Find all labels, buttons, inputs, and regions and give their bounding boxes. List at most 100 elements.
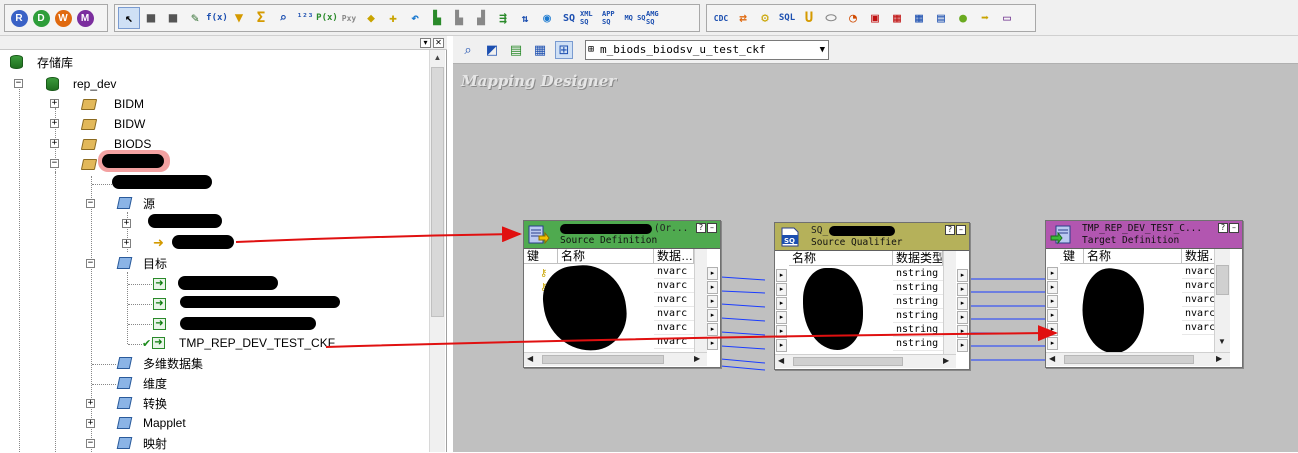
workflow-manager-button[interactable]: W <box>52 7 74 29</box>
calc-button[interactable]: ▦ <box>908 7 930 29</box>
collapse-toggle[interactable]: − <box>86 439 95 448</box>
horizontal-scrollbar[interactable]: ◀ ▶ <box>1046 352 1230 366</box>
port-input-button[interactable]: ▸ <box>1047 267 1058 280</box>
expand-toggle[interactable]: + <box>50 119 59 128</box>
port-output-button[interactable]: ▸ <box>957 311 968 324</box>
cdc-button[interactable]: CDC <box>710 7 732 29</box>
expression-button[interactable]: f(x) <box>206 7 228 29</box>
port-output-button[interactable]: ▸ <box>957 283 968 296</box>
scroll-thumb[interactable] <box>431 67 444 317</box>
port-input-button[interactable]: ▸ <box>776 325 787 338</box>
source-qualifier-button[interactable]: SQ <box>558 7 580 29</box>
stored-procedure-button[interactable]: ◉ <box>536 7 558 29</box>
port-input-button[interactable]: ▸ <box>776 297 787 310</box>
port-input-button[interactable]: ▸ <box>1047 323 1058 336</box>
grid-button[interactable]: ▦ <box>886 7 908 29</box>
expand-toggle[interactable]: + <box>50 139 59 148</box>
scroll-left-arrow[interactable]: ◀ <box>527 354 533 363</box>
port-output-button[interactable]: ▸ <box>707 309 718 322</box>
mapping-designer-workspace[interactable]: ⌕ ◩ ▤ ▦ ⊞ ⊞ m_biods_biodsv_u_test_ckf ▼ … <box>453 36 1298 452</box>
scroll-right-arrow[interactable]: ▶ <box>943 356 949 365</box>
report-button[interactable]: ▣ <box>864 7 886 29</box>
port-output-button[interactable]: ▸ <box>957 297 968 310</box>
u-button[interactable]: U <box>798 7 820 29</box>
collapse-toggle[interactable]: − <box>50 159 59 168</box>
navigator-scrollbar[interactable]: ▲ <box>429 50 445 452</box>
aggregator-button[interactable]: Σ <box>250 7 272 29</box>
filter-button[interactable]: ▼ <box>228 7 250 29</box>
port-input-button[interactable]: ▸ <box>1047 295 1058 308</box>
port-input-button[interactable]: ▸ <box>1047 337 1058 350</box>
tree-repo-rep-dev[interactable]: rep_dev <box>46 74 116 94</box>
export-button[interactable]: ➡ <box>974 7 996 29</box>
collapse-toggle[interactable]: − <box>14 79 23 88</box>
target-definition-header[interactable]: TMP_REP_DEV_TEST_C... Target Definition … <box>1046 221 1242 249</box>
target-button[interactable]: ■ <box>162 7 184 29</box>
tree-transformations[interactable]: 转换 <box>116 393 167 413</box>
chart-button[interactable]: ◔ <box>842 7 864 29</box>
tree-targets[interactable]: 目标 <box>116 253 167 273</box>
settings-button[interactable]: ⚙ <box>754 7 776 29</box>
mq-sq-button[interactable]: MQ SQ <box>624 7 646 29</box>
navigator-close-button[interactable]: ✕ <box>433 38 444 48</box>
port-output-button[interactable]: ▸ <box>707 337 718 350</box>
procedure-button[interactable]: P(x) <box>316 7 338 29</box>
tree-mappings[interactable]: 映射 <box>116 433 167 453</box>
scroll-thumb[interactable] <box>1064 355 1194 364</box>
router-button[interactable]: ✚ <box>382 7 404 29</box>
tree-repository-root[interactable]: 存储库 <box>10 52 73 72</box>
scroll-thumb[interactable] <box>1216 265 1229 295</box>
amg-sq-button[interactable]: AMG SQ <box>646 7 668 29</box>
scroll-thumb[interactable] <box>542 355 664 364</box>
run-button[interactable]: ● <box>952 7 974 29</box>
horizontal-scrollbar[interactable]: ◀ ▶ <box>775 354 956 368</box>
scroll-up-arrow[interactable]: ▲ <box>430 50 445 65</box>
port-input-button[interactable]: ▸ <box>776 311 787 324</box>
window-button[interactable]: ▭ <box>996 7 1018 29</box>
scroll-left-arrow[interactable]: ◀ <box>778 356 784 365</box>
tree-folder-bidw[interactable]: BIDW <box>80 114 145 134</box>
cylinder-button[interactable]: ⬭ <box>820 7 842 29</box>
scroll-right-arrow[interactable]: ▶ <box>694 354 700 363</box>
navigator-dock-button[interactable]: ▾ <box>420 38 431 48</box>
scroll-down-arrow[interactable]: ▼ <box>1218 337 1226 346</box>
lookup-button[interactable]: ⌕ <box>272 7 294 29</box>
expand-toggle[interactable]: + <box>50 99 59 108</box>
port-output-button[interactable]: ▸ <box>707 295 718 308</box>
sql-button[interactable]: SQL <box>776 7 798 29</box>
tree-mapplets[interactable]: Mapplet <box>116 413 186 433</box>
sequence-button[interactable]: ¹²³ <box>294 7 316 29</box>
edit-button[interactable]: ✎ <box>184 7 206 29</box>
expand-toggle[interactable]: + <box>122 219 131 228</box>
port-input-button[interactable]: ▸ <box>776 283 787 296</box>
tree-folder-bidm[interactable]: BIDM <box>80 94 144 114</box>
source-definition[interactable]: (Or... Source Definition ? – 键 名称 数据… ⚷ … <box>523 220 721 368</box>
app-sq-button[interactable]: APP SQ <box>602 7 624 29</box>
source-qualifier[interactable]: SQ SQ_ Source Qualifier ? – ▸ ▸ ▸ ▸ ▸ ▸ … <box>774 222 970 370</box>
tree-cubes[interactable]: 多维数据集 <box>116 353 203 373</box>
tree-target-tmp-rep-dev-test-ckf[interactable]: ✔ ➜ TMP_REP_DEV_TEST_CKF <box>142 333 335 353</box>
port-input-button[interactable]: ▸ <box>1047 309 1058 322</box>
expand-toggle[interactable]: + <box>86 419 95 428</box>
joiner-button[interactable]: ◆ <box>360 7 382 29</box>
tree-target-item[interactable]: ➜ <box>153 274 176 294</box>
minimize-button[interactable]: – <box>1229 223 1239 233</box>
scroll-left-arrow[interactable]: ◀ <box>1049 354 1055 363</box>
target-definition[interactable]: TMP_REP_DEV_TEST_C... Target Definition … <box>1045 220 1243 368</box>
port-output-button[interactable]: ▸ <box>957 339 968 352</box>
tree-dimensions[interactable]: 维度 <box>116 373 167 393</box>
expand-toggle[interactable]: + <box>86 399 95 408</box>
port-input-button[interactable]: ▸ <box>776 339 787 352</box>
source-definition-header[interactable]: (Or... Source Definition ? – <box>524 221 720 249</box>
help-button[interactable]: ? <box>945 225 955 235</box>
source-button[interactable]: ■ <box>140 7 162 29</box>
scroll-right-arrow[interactable]: ▶ <box>1216 354 1222 363</box>
vertical-scrollbar[interactable] <box>943 251 956 354</box>
help-button[interactable]: ? <box>696 223 706 233</box>
xml-sq-button[interactable]: XML SQ <box>580 7 602 29</box>
port-output-button[interactable]: ▸ <box>707 281 718 294</box>
minimize-button[interactable]: – <box>956 225 966 235</box>
collapse-toggle[interactable]: − <box>86 199 95 208</box>
normalizer-button[interactable]: ▙ <box>426 7 448 29</box>
port-output-button[interactable]: ▸ <box>707 323 718 336</box>
